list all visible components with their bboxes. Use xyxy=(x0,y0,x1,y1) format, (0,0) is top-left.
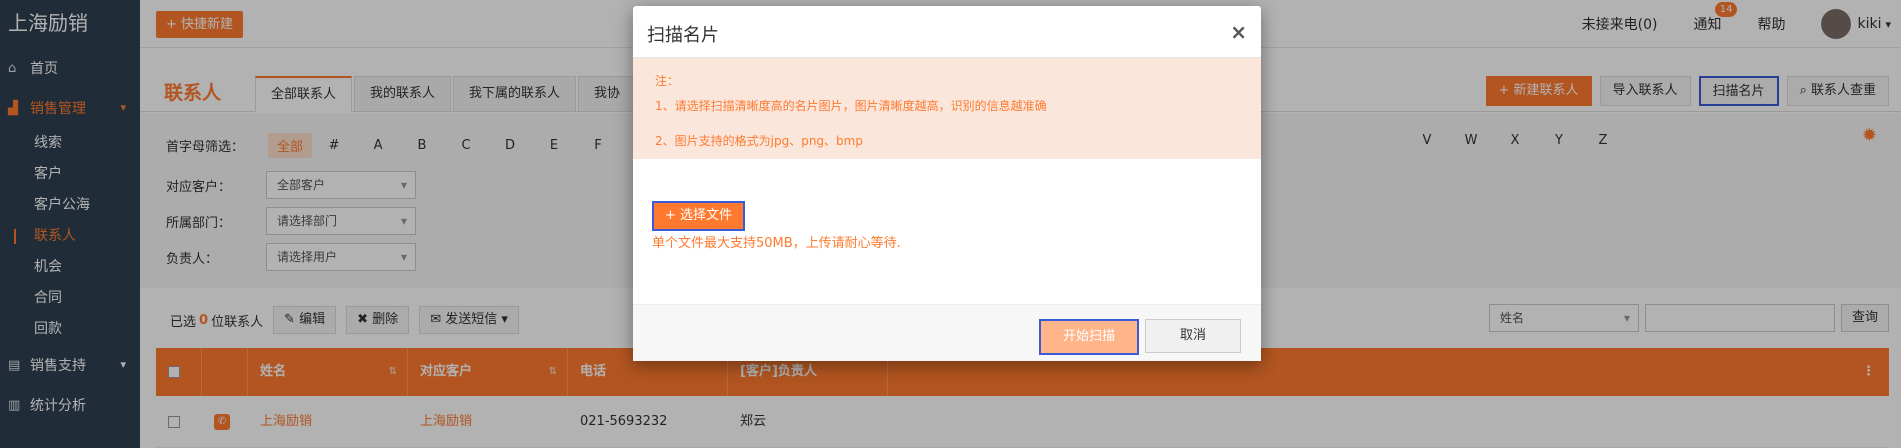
upload-hint: 单个文件最大支持50MB，上传请耐心等待. xyxy=(652,236,901,251)
choose-file-button[interactable]: + 选择文件 xyxy=(652,201,746,231)
note-title: 注： xyxy=(655,74,680,88)
modal-body: + 选择文件 单个文件最大支持50MB，上传请耐心等待. xyxy=(633,159,1261,304)
scan-card-modal: 扫描名片 × 注： 1、请选择扫描清晰度高的名片图片，图片清晰度越高，识别的信息… xyxy=(633,6,1261,361)
start-scan-button[interactable]: 开始扫描 xyxy=(1039,319,1139,355)
modal-footer: 开始扫描 取消 xyxy=(633,304,1261,361)
close-icon[interactable]: × xyxy=(1230,20,1247,44)
note-line-2: 2、图片支持的格式为jpg、png、bmp xyxy=(655,134,863,148)
modal-header: 扫描名片 × xyxy=(633,6,1261,58)
modal-notes: 注： 1、请选择扫描清晰度高的名片图片，图片清晰度越高，识别的信息越准确 2、图… xyxy=(633,58,1261,159)
cancel-button[interactable]: 取消 xyxy=(1145,319,1241,353)
modal-title: 扫描名片 xyxy=(647,25,719,46)
note-line-1: 1、请选择扫描清晰度高的名片图片，图片清晰度越高，识别的信息越准确 xyxy=(655,99,1047,113)
